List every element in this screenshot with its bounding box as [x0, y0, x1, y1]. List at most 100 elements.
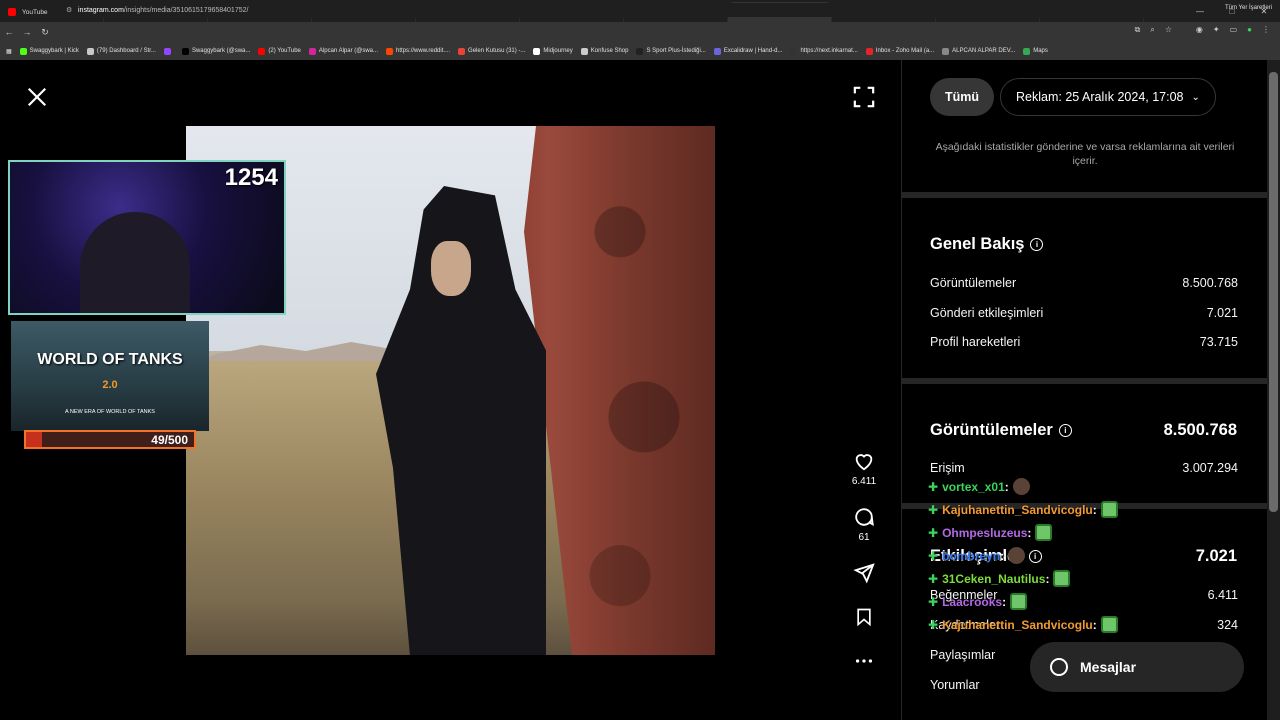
- bookmark-item[interactable]: https://www.reddit....: [386, 47, 451, 55]
- bookmark-item[interactable]: Maps: [1023, 47, 1048, 55]
- heart-icon: [855, 454, 873, 471]
- bookmark-favicon-icon: [636, 47, 644, 55]
- zoom-icon[interactable]: ⌕: [1150, 25, 1154, 35]
- close-icon[interactable]: [26, 86, 48, 108]
- like-button[interactable]: 6.411: [840, 450, 888, 487]
- info-icon[interactable]: i: [1058, 424, 1072, 437]
- close-window-icon[interactable]: ✕: [1248, 0, 1280, 22]
- reload-icon[interactable]: ↻: [36, 27, 54, 38]
- insights-filters: Tümü Reklam: 25 Aralık 2024, 17:08 ⌄: [930, 78, 1216, 116]
- all-bookmarks-button[interactable]: Tüm Yer İşaretleri: [1225, 5, 1272, 11]
- share-button[interactable]: [840, 562, 888, 584]
- game-version: 2.0: [102, 379, 118, 391]
- webcam-person: [80, 212, 190, 313]
- more-options-button[interactable]: [840, 650, 888, 672]
- extensions-puzzle-icon[interactable]: ✦: [1213, 25, 1220, 34]
- scrollbar-thumb[interactable]: [1269, 72, 1278, 512]
- bookmark-label: https://next.inkarnat...: [800, 48, 858, 54]
- bookmark-label: Inbox - Zoho Mail (a...: [875, 48, 935, 54]
- apps-icon[interactable]: ▦: [6, 48, 12, 55]
- chat-separator: :: [1092, 617, 1097, 632]
- bookmark-label: (79) Dashboard / Str...: [96, 48, 156, 54]
- metric-value: 73.715: [1199, 335, 1238, 349]
- metric-value: 7.021: [1206, 306, 1238, 320]
- filter-date-dropdown[interactable]: Reklam: 25 Aralık 2024, 17:08 ⌄: [1000, 78, 1216, 116]
- views-title-text: Görüntülemeler: [930, 421, 1053, 439]
- sponsor-banner: WORLD OF TANKS 2.0 A NEW ERA OF WORLD OF…: [11, 321, 209, 431]
- bookmark-label: ALPCAN ALPAR DEV...: [952, 48, 1016, 54]
- profile-avatar[interactable]: ●: [1247, 25, 1252, 34]
- chat-separator: :: [1027, 525, 1032, 540]
- metric-value: 8.500.768: [1182, 276, 1238, 290]
- bookmark-label: https://www.reddit....: [396, 48, 451, 54]
- site-info-icon[interactable]: ⚙: [66, 6, 72, 14]
- save-button[interactable]: [840, 606, 888, 628]
- media-viewer: 1254 WORLD OF TANKS 2.0 A NEW ERA OF WOR…: [0, 60, 900, 720]
- bookmark-item[interactable]: Swaggybark | Kick: [19, 47, 79, 55]
- bookmark-item[interactable]: [163, 47, 174, 55]
- address-bar[interactable]: ⚙ instagram.com/insights/media/351061517…: [60, 3, 1180, 17]
- menu-icon[interactable]: ⋮: [1262, 25, 1270, 34]
- bookmark-item[interactable]: (2) YouTube: [258, 47, 301, 55]
- metric-value: 324: [1217, 618, 1238, 632]
- bookmark-favicon-icon: [86, 47, 94, 55]
- viewer-count: 1254: [224, 164, 278, 191]
- bookmark-label: Maps: [1033, 48, 1048, 54]
- bookmark-label: Swaggybark | Kick: [29, 48, 79, 54]
- bookmark-favicon-icon: [790, 47, 798, 55]
- bookmark-item[interactable]: ALPCAN ALPAR DEV...: [942, 47, 1016, 55]
- metric-label: Profil hareketleri: [930, 335, 1021, 349]
- bookmark-item[interactable]: Gelen Kutusu (31) -...: [458, 47, 525, 55]
- chat-badge-icon: ✚: [928, 617, 939, 632]
- chat-message: ✚ vortex_x01 :: [928, 478, 1030, 495]
- bookmark-star-icon[interactable]: ☆: [1165, 25, 1172, 35]
- minimize-icon[interactable]: —: [1184, 0, 1216, 22]
- chat-separator: :: [1045, 571, 1050, 586]
- chat-emote-icon: [1008, 547, 1026, 564]
- chevron-down-icon: ⌄: [1191, 91, 1200, 103]
- forward-icon[interactable]: →: [18, 27, 36, 37]
- bookmark-item[interactable]: S Sport Plus-İstediği...: [636, 47, 706, 55]
- bookmark-item[interactable]: https://next.inkarnat...: [790, 47, 858, 55]
- metric-row: Görüntülemeler 8.500.768: [930, 276, 1238, 290]
- bookmark-item[interactable]: Alpcan Alpar (@swa...: [308, 47, 378, 55]
- comment-icon: [855, 508, 874, 527]
- messages-button[interactable]: Mesajlar: [1030, 642, 1244, 692]
- chat-username: bombreyn: [942, 548, 1001, 563]
- tab-favicon-icon: [8, 8, 16, 16]
- maximize-icon[interactable]: □: [1216, 0, 1248, 22]
- comment-count: 61: [858, 532, 870, 543]
- bookmark-favicon-icon: [308, 47, 316, 55]
- bookmark-item[interactable]: (79) Dashboard / Str...: [86, 47, 156, 55]
- sub-goal-bar: 49/500: [24, 430, 196, 449]
- bookmark-item[interactable]: Inbox - Zoho Mail (a...: [865, 47, 935, 55]
- bookmark-item[interactable]: Excalidraw | Hand-d...: [713, 47, 783, 55]
- filter-all-chip[interactable]: Tümü: [930, 78, 995, 116]
- info-icon[interactable]: i: [1030, 238, 1044, 251]
- like-count: 6.411: [851, 476, 877, 487]
- chat-message: ✚ bombreyn :: [928, 547, 1026, 564]
- metric-value: 6.411: [1207, 588, 1238, 602]
- metric-label: Erişim: [930, 461, 965, 475]
- chat-message: ✚ 31Ceken_Nautilus :: [928, 570, 1071, 587]
- omnibox-actions: ⧉ ⌕ ☆: [1135, 25, 1172, 35]
- fullscreen-icon[interactable]: [853, 86, 875, 108]
- game-tagline: A NEW ERA OF WORLD OF TANKS: [65, 409, 155, 415]
- chat-emote-icon: [1100, 501, 1118, 518]
- bookmark-item[interactable]: Midjourney: [533, 47, 573, 55]
- install-icon[interactable]: ⧉: [1135, 25, 1141, 35]
- bookmark-favicon-icon: [181, 47, 189, 55]
- cast-icon[interactable]: ▭: [1230, 25, 1238, 34]
- bookmark-item[interactable]: Swaggybark (@swa...: [181, 47, 250, 55]
- bookmark-favicon-icon: [458, 47, 466, 55]
- bookmark-label: Excalidraw | Hand-d...: [723, 48, 783, 54]
- back-icon[interactable]: ←: [0, 27, 18, 37]
- extension-icon[interactable]: ◉: [1196, 25, 1203, 34]
- bookmark-favicon-icon: [163, 47, 171, 55]
- goal-progress-fill: [26, 432, 43, 447]
- bookmark-favicon-icon: [19, 47, 27, 55]
- bookmark-item[interactable]: Konfuse Shop: [580, 47, 628, 55]
- comment-button[interactable]: 61: [840, 506, 888, 543]
- goal-text: 49/500: [151, 433, 188, 447]
- chat-badge-icon: ✚: [928, 525, 939, 540]
